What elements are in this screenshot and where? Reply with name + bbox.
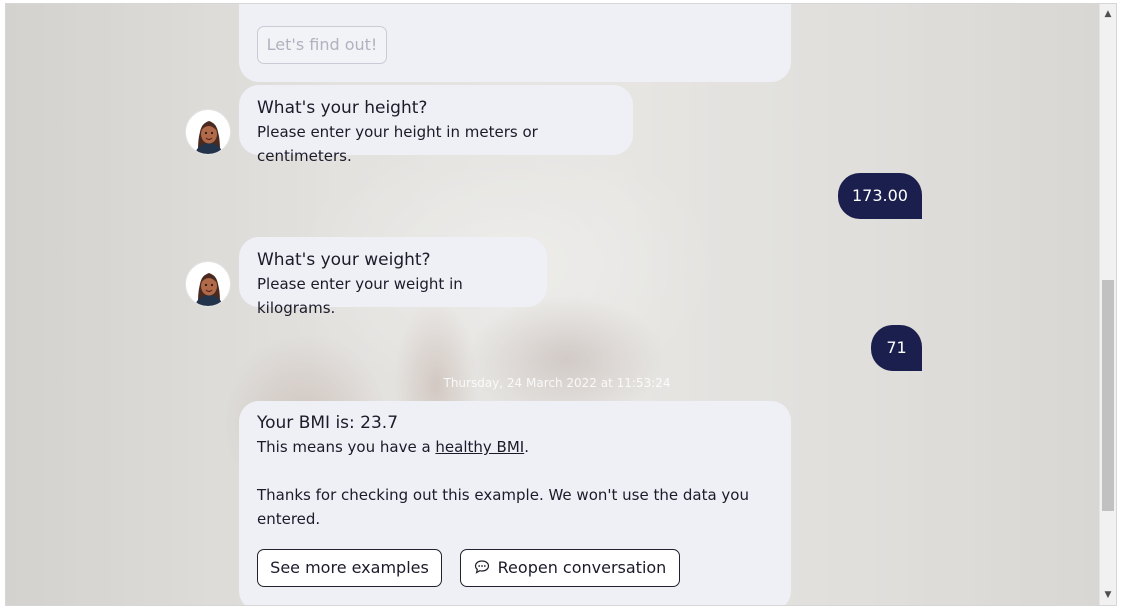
- weight-question-bubble: What's your weight? Please enter your we…: [239, 237, 547, 317]
- chat-bubble-icon: [474, 560, 489, 574]
- weight-question-title: What's your weight?: [257, 250, 431, 270]
- message-timestamp: Thursday, 24 March 2022 at 11:53:24: [443, 376, 671, 390]
- healthy-bmi-link[interactable]: healthy BMI: [435, 438, 524, 456]
- bmi-result-suffix: .: [524, 438, 529, 456]
- bmi-result-prefix: This means you have a: [257, 438, 436, 456]
- bmi-result-title: Your BMI is: 23.7: [257, 413, 399, 433]
- bmi-result-line: This means you have a healthy BMI.: [257, 435, 773, 459]
- height-question-title: What's your height?: [257, 98, 428, 118]
- woman-avatar-icon: [186, 262, 230, 306]
- vertical-scrollbar[interactable]: ▲ ▼: [1099, 4, 1116, 605]
- bot-avatar: [185, 261, 231, 307]
- thanks-text: Thanks for checking out this example. We…: [257, 486, 749, 528]
- scroll-up-arrow-icon[interactable]: ▲: [1100, 6, 1116, 22]
- bot-avatar: [185, 109, 231, 155]
- reopen-conversation-label: Reopen conversation: [497, 558, 667, 577]
- chat-window: Let's find out! What's your height? Plea…: [5, 3, 1117, 606]
- reopen-conversation-button[interactable]: Reopen conversation: [460, 549, 680, 587]
- weight-question-text: Please enter your weight in kilograms.: [257, 275, 463, 317]
- intro-bubble: Let's find out!: [239, 4, 791, 82]
- height-question-bubble: What's your height? Please enter your he…: [239, 85, 633, 165]
- height-answer-bubble: 173.00: [838, 173, 922, 219]
- scroll-thumb[interactable]: [1102, 280, 1114, 511]
- weight-answer-bubble: 71: [871, 325, 922, 371]
- scroll-down-arrow-icon[interactable]: ▼: [1100, 587, 1116, 603]
- woman-avatar-icon: [186, 110, 230, 154]
- lets-find-out-button: Let's find out!: [257, 26, 387, 64]
- see-more-examples-button[interactable]: See more examples: [257, 549, 442, 587]
- height-question-text: Please enter your height in meters or ce…: [257, 123, 538, 165]
